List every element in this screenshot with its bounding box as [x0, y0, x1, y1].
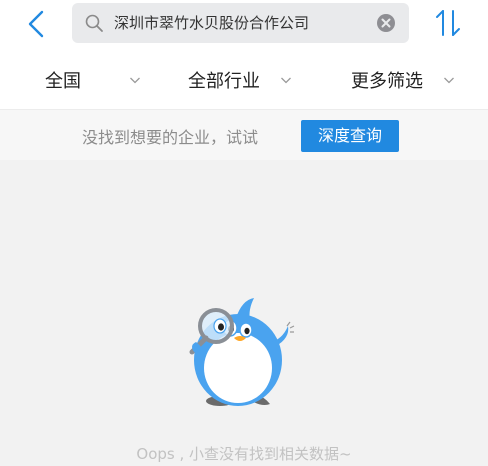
sort-arrows-icon[interactable] [432, 6, 464, 40]
filter-industry[interactable]: 全部行业 [188, 51, 292, 109]
search-box[interactable]: 深圳市翠竹水贝股份合作公司 [72, 3, 409, 43]
search-icon [85, 14, 103, 32]
chevron-left-icon[interactable] [24, 9, 48, 39]
penguin-mascot-icon [189, 298, 295, 406]
hint-text: 没找到想要的企业，试试 [82, 128, 259, 147]
filter-region[interactable]: 全国 [45, 51, 141, 109]
clear-circle-icon[interactable] [376, 13, 396, 33]
filter-industry-label: 全部行业 [188, 71, 260, 92]
deep-search-button[interactable]: 深度查询 [301, 120, 399, 152]
filter-more-label: 更多筛选 [351, 71, 423, 92]
top-bar: 深圳市翠竹水贝股份合作公司 [0, 0, 488, 51]
chevron-down-icon [281, 77, 291, 84]
chevron-down-icon [130, 77, 140, 84]
search-input[interactable]: 深圳市翠竹水贝股份合作公司 [114, 12, 309, 34]
filter-region-label: 全国 [45, 71, 81, 92]
chevron-down-icon [444, 77, 454, 84]
deep-search-hint: 没找到想要的企业，试试 深度查询 [0, 110, 488, 160]
filter-more[interactable]: 更多筛选 [351, 51, 455, 109]
empty-state-message: Oops , 小查没有找到相关数据~ [136, 445, 352, 463]
filter-bar: 全国 全部行业 更多筛选 [0, 51, 488, 110]
